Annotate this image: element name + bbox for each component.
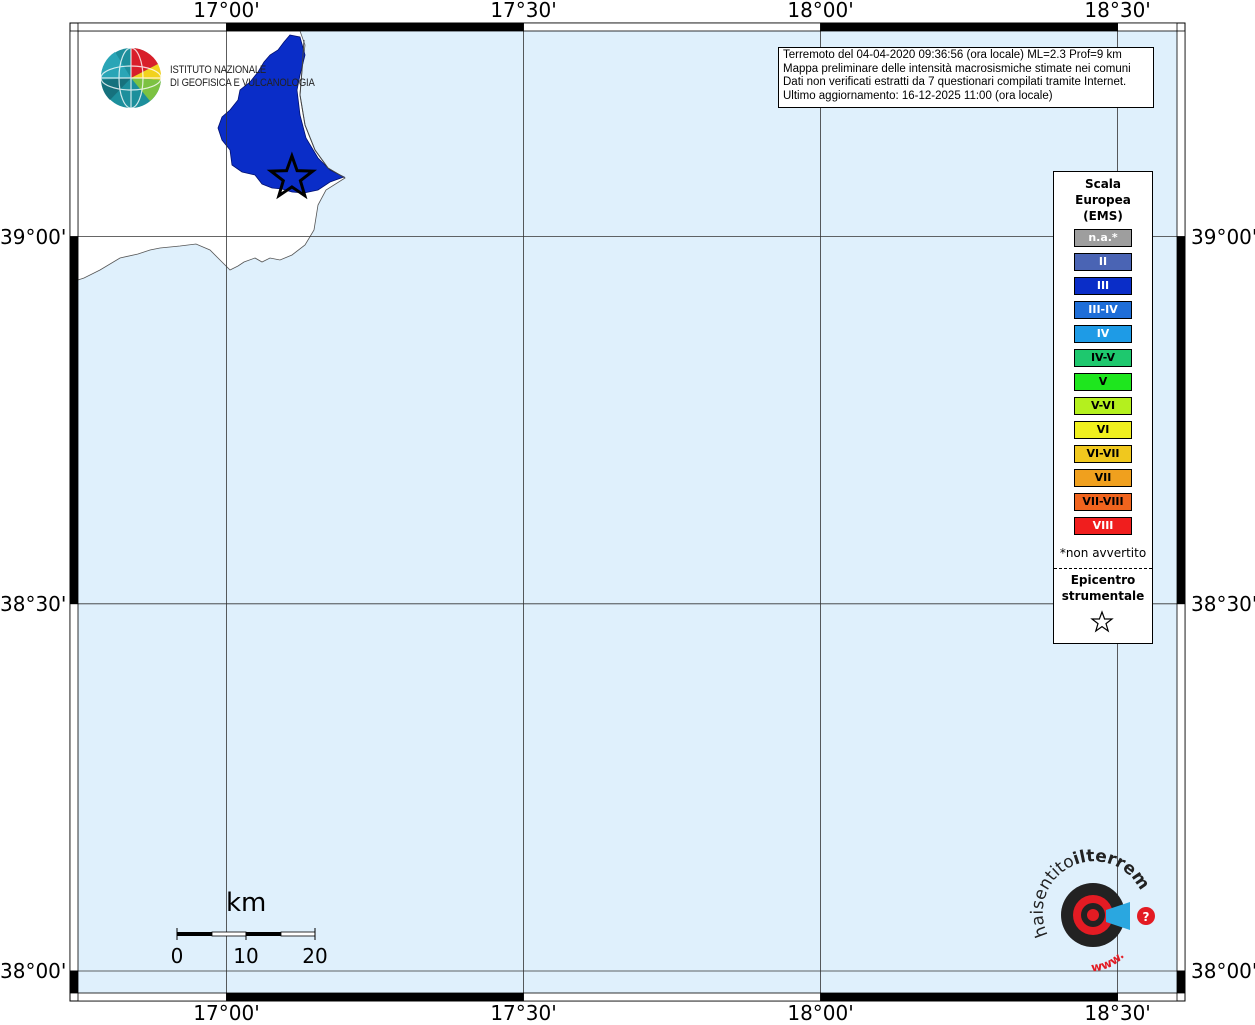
axis-right-label: 38°00': [1191, 958, 1255, 983]
legend-item: III: [1074, 277, 1132, 295]
frame-bottom-segment: [820, 992, 1118, 1002]
frame-right-segment: [1176, 236, 1186, 605]
legend-epicenter-label-2: strumentale: [1061, 589, 1145, 603]
scale-tick-label: 10: [233, 944, 259, 968]
legend-epicenter-label-1: Epicentro: [1070, 573, 1136, 587]
legend-note: *non avvertito: [1059, 546, 1147, 560]
frame-bottom-segment: [77, 992, 227, 1002]
info-line-3: Dati non verificati estratti da 7 questi…: [783, 76, 1127, 89]
frame-top-segment: [820, 22, 1118, 32]
axis-top-label: 17°30': [490, 0, 557, 22]
axis-left-label: 38°30': [0, 591, 67, 616]
frame-bottom-segment: [226, 992, 524, 1002]
frame-left-segment: [69, 236, 79, 605]
axis-bottom-label: 18°00': [787, 1001, 854, 1025]
info-line-1: Terremoto del 04-04-2020 09:36:56 (ora l…: [783, 49, 1122, 61]
star-icon: [1090, 610, 1114, 633]
legend-item: V-VI: [1074, 397, 1132, 415]
axis-bottom-label: 18°30': [1084, 1001, 1151, 1025]
axis-top-label: 18°00': [787, 0, 854, 22]
legend-item: n.a.*: [1074, 229, 1132, 247]
legend-title-line-3: (EMS): [1083, 209, 1123, 223]
frame-left-segment: [69, 30, 79, 238]
frame-right-segment: [1176, 30, 1186, 238]
legend-item: VII: [1074, 469, 1132, 487]
logo-line-1: ISTITUTO NAZIONALE: [170, 64, 267, 76]
map-container: ? haisentitoilterremoto.it www. 17°00'17…: [0, 0, 1255, 1025]
axis-right-label: 38°30': [1191, 591, 1255, 616]
frame-bottom-segment: [523, 992, 821, 1002]
scale-tick-label: 0: [170, 944, 184, 968]
legend-title-line-1: Scala: [1084, 177, 1122, 191]
axis-top-label: 17°00': [193, 0, 260, 22]
frame-right-segment: [1176, 603, 1186, 972]
legend-item: II: [1074, 253, 1132, 271]
frame-top-segment: [226, 22, 524, 32]
frame-top-segment: [77, 22, 227, 32]
frame-top-segment: [1117, 22, 1178, 32]
legend-item: IV: [1074, 325, 1132, 343]
legend-item: VIII: [1074, 517, 1132, 535]
axis-top-label: 18°30': [1084, 0, 1151, 22]
scale-unit: km: [226, 888, 267, 918]
frame-top-segment: [523, 22, 821, 32]
legend-epicenter-label: Epicentro strumentale: [1054, 572, 1152, 604]
axis-right-label: 39°00': [1191, 224, 1255, 249]
axis-left-label: 38°00': [0, 958, 67, 983]
legend-item: IV-V: [1074, 349, 1132, 367]
frame-right-segment: [1176, 970, 1186, 994]
svg-text:?: ?: [1143, 910, 1150, 924]
globe-logo-icon: [100, 47, 162, 109]
legend-item: VI: [1074, 421, 1132, 439]
frame-left-segment: [69, 970, 79, 994]
info-line-4: Ultimo aggiornamento: 16-12-2025 11:00 (…: [783, 89, 1053, 102]
axis-bottom-label: 17°00': [193, 1001, 260, 1025]
legend-item: VI-VII: [1074, 445, 1132, 463]
institute-logo-text: ISTITUTO NAZIONALE DI GEOFISICA E VULCAN…: [170, 64, 315, 90]
axis-left-label: 39°00': [0, 224, 67, 249]
legend-item: VII-VIII: [1074, 493, 1132, 511]
event-info-box: Terremoto del 04-04-2020 09:36:56 (ora l…: [778, 47, 1154, 108]
legend-item: III-IV: [1074, 301, 1132, 319]
intensity-legend: Scala Europea (EMS) n.a.* II III III-IV IV IV…: [1053, 171, 1153, 644]
legend-item: V: [1074, 373, 1132, 391]
info-line-2: Mappa preliminare delle intensità macros…: [783, 62, 1131, 75]
legend-title: Scala Europea (EMS): [1054, 176, 1152, 224]
legend-divider: [1054, 568, 1152, 569]
legend-title-line-2: Europea: [1075, 193, 1131, 207]
logo-line-2: DI GEOFISICA E VULCANOLOGIA: [170, 77, 315, 89]
frame-bottom-segment: [1117, 992, 1178, 1002]
frame-left-segment: [69, 603, 79, 972]
scale-tick-label: 20: [302, 944, 328, 968]
axis-bottom-label: 17°30': [490, 1001, 557, 1025]
